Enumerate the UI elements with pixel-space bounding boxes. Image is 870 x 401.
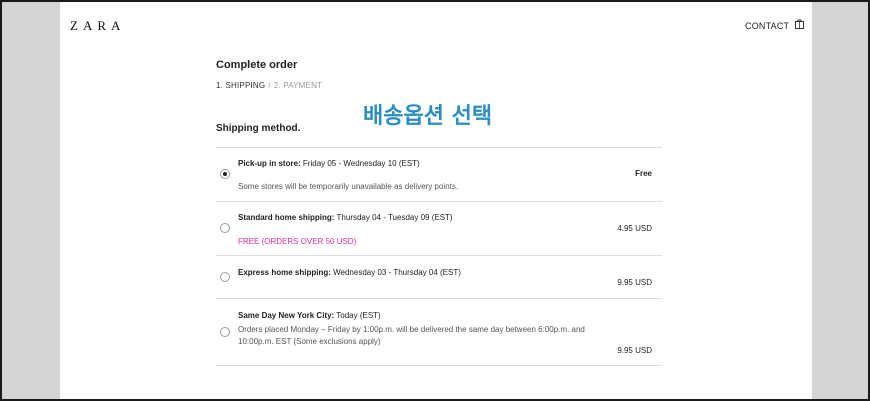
option-name: Same Day New York City: (238, 311, 335, 320)
checkout-steps: 1. SHIPPING/2. PAYMENT (216, 81, 322, 90)
screenshot-frame: ZARA CONTACT Complete order 1. SHIPPING /… (0, 0, 870, 401)
page-title: Complete order (216, 59, 298, 71)
option-price: 9.95 USD (617, 346, 652, 355)
option-price: Free (635, 169, 652, 178)
option-name: Pick-up in store: (238, 159, 301, 168)
radio-express[interactable] (220, 272, 230, 282)
zara-logo[interactable]: ZARA (70, 18, 125, 34)
option-dates: Friday 05 - Wednesday 10 (EST) (300, 159, 420, 168)
shipping-method-heading: Shipping method. (216, 123, 301, 134)
radio-same-day[interactable] (220, 327, 230, 337)
shipping-option-pickup[interactable]: Pick-up in store: Friday 05 - Wednesday … (216, 147, 662, 202)
option-dates: Wednesday 03 - Thursday 04 (EST) (330, 268, 461, 277)
shopping-bag-icon[interactable] (795, 19, 804, 29)
radio-standard[interactable] (220, 223, 230, 233)
option-note: Some stores will be temporarily unavaila… (238, 182, 459, 191)
step-payment: 2. PAYMENT (273, 81, 323, 90)
option-heading: Standard home shipping: Thursday 04 - Tu… (238, 213, 453, 222)
option-name: Express home shipping: (238, 268, 331, 277)
shipping-option-same-day[interactable]: Same Day New York City: Today (EST) Orde… (216, 298, 662, 366)
option-dates: Thursday 04 - Tuesday 09 (EST) (334, 213, 453, 222)
option-heading: Same Day New York City: Today (EST) (238, 311, 381, 320)
shipping-option-overlay-text: 배송옵션 선택 (363, 104, 493, 129)
option-price: 9.95 USD (617, 278, 652, 287)
option-heading: Pick-up in store: Friday 05 - Wednesday … (238, 159, 420, 168)
shipping-option-standard[interactable]: Standard home shipping: Thursday 04 - Tu… (216, 201, 662, 256)
option-dates: Today (EST) (334, 311, 381, 320)
radio-pickup[interactable] (220, 169, 230, 179)
option-heading: Express home shipping: Wednesday 03 - Th… (238, 268, 461, 277)
option-note: Orders placed Monday – Friday by 1:00p.m… (238, 325, 585, 346)
checkout-page: ZARA CONTACT Complete order 1. SHIPPING /… (60, 2, 812, 399)
step-separator: / (268, 81, 271, 90)
option-price: 4.95 USD (617, 224, 652, 233)
option-name: Standard home shipping: (238, 213, 335, 222)
shipping-option-express[interactable]: Express home shipping: Wednesday 03 - Th… (216, 255, 662, 299)
contact-link[interactable]: CONTACT (745, 21, 789, 31)
option-note-free-threshold: FREE (ORDERS OVER 50 USD) (238, 237, 357, 246)
step-shipping: 1. SHIPPING (216, 81, 266, 90)
